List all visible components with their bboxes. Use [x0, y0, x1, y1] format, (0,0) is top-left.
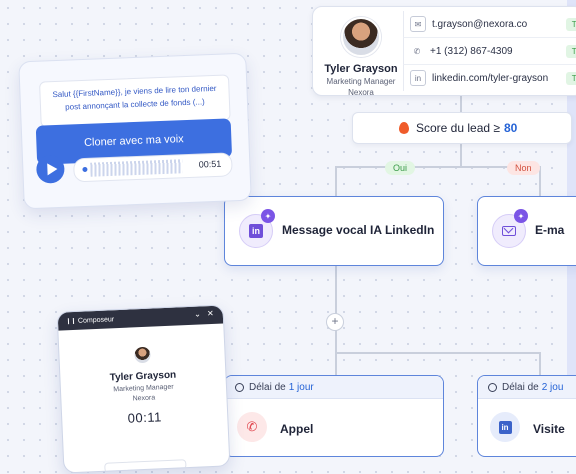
connector — [539, 352, 541, 375]
composer-window: Composeur ⌄ ✕ Tyler Grayson Marketing Ma… — [56, 304, 231, 474]
connector — [335, 352, 540, 354]
sparkle-icon: ✦ — [261, 209, 275, 223]
contact-linkedin: linkedin.com/tyler-grayson — [432, 72, 549, 84]
waveform — [90, 159, 183, 177]
call-timer: 00:11 — [127, 409, 163, 426]
clock-icon — [235, 382, 244, 392]
delay-header: Délai de 1 jour — [225, 376, 443, 399]
contact-phone: +1 (312) 867-4309 — [430, 45, 513, 57]
linkedin-icon: in — [490, 412, 520, 442]
step-email[interactable]: ✦ E-ma — [477, 196, 576, 266]
verified-badge: Tr — [565, 71, 576, 85]
step-label: E-ma — [535, 223, 565, 237]
delay-action: Visite — [533, 422, 565, 436]
lead-score-value: 80 — [503, 121, 518, 135]
mail-icon: ✉ — [410, 16, 426, 32]
delay-prefix: Délai de — [249, 381, 286, 393]
contact-card[interactable]: Tyler Grayson Marketing Manager Nexora ✉… — [312, 6, 576, 97]
verified-badge: Tr — [565, 17, 576, 31]
flame-icon — [399, 122, 409, 134]
sparkle-icon: ✦ — [514, 209, 528, 223]
phone-icon: ✆ — [237, 412, 267, 442]
branch-yes-badge: Oui — [385, 161, 416, 175]
contact-role: Marketing Manager — [326, 77, 396, 86]
avatar — [341, 17, 381, 57]
playhead[interactable] — [82, 166, 88, 173]
add-step-button[interactable]: + — [326, 313, 344, 331]
voice-message-card: Salut {{FirstName}}, je viens de lire to… — [18, 52, 252, 210]
avatar — [133, 346, 151, 364]
delay-action: Appel — [280, 422, 314, 436]
contact-name: Tyler Grayson — [324, 63, 398, 75]
composer-title: Composeur — [77, 315, 115, 325]
audio-duration: 00:51 — [198, 158, 222, 170]
drag-handle-icon[interactable] — [67, 317, 75, 325]
audio-player[interactable]: 00:51 — [73, 152, 233, 183]
branch-no-badge: Non — [507, 161, 540, 175]
linkedin-icon: in — [410, 70, 426, 86]
chevron-down-icon[interactable]: ⌄ — [194, 309, 201, 318]
lead-score-condition[interactable]: Score du lead ≥ 80 — [352, 112, 572, 144]
composer-footer-bar — [104, 459, 187, 473]
verified-badge: Tr — [565, 44, 576, 58]
contact-identity: Tyler Grayson Marketing Manager Nexora — [321, 17, 401, 97]
delay-value: 1 jour — [288, 381, 314, 393]
contact-email-row[interactable]: ✉ t.grayson@nexora.co Tr — [403, 11, 576, 38]
connector — [460, 94, 462, 112]
phone-icon: ✆ — [413, 46, 421, 56]
delay-prefix: Délai de — [502, 381, 539, 393]
step-label: Message vocal IA LinkedIn — [282, 223, 435, 237]
contact-company: Nexora — [348, 88, 374, 97]
delay-value: 2 jou — [541, 381, 564, 393]
play-button[interactable] — [35, 154, 65, 184]
delay-header: Délai de 2 jou — [478, 376, 576, 399]
step-linkedin-voice[interactable]: in ✦ Message vocal IA LinkedIn — [224, 196, 444, 266]
contact-linkedin-row[interactable]: in linkedin.com/tyler-grayson Tr — [403, 65, 576, 91]
contact-phone-row[interactable]: ✆ +1 (312) 867-4309 Tr — [403, 38, 576, 65]
connector — [460, 144, 462, 166]
clock-icon — [488, 382, 497, 392]
contact-email: t.grayson@nexora.co — [432, 18, 528, 30]
lead-score-label: Score du lead ≥ — [416, 121, 500, 135]
composer-header: Composeur ⌄ ✕ — [57, 305, 224, 331]
close-icon[interactable]: ✕ — [207, 309, 214, 318]
connector — [335, 166, 337, 196]
